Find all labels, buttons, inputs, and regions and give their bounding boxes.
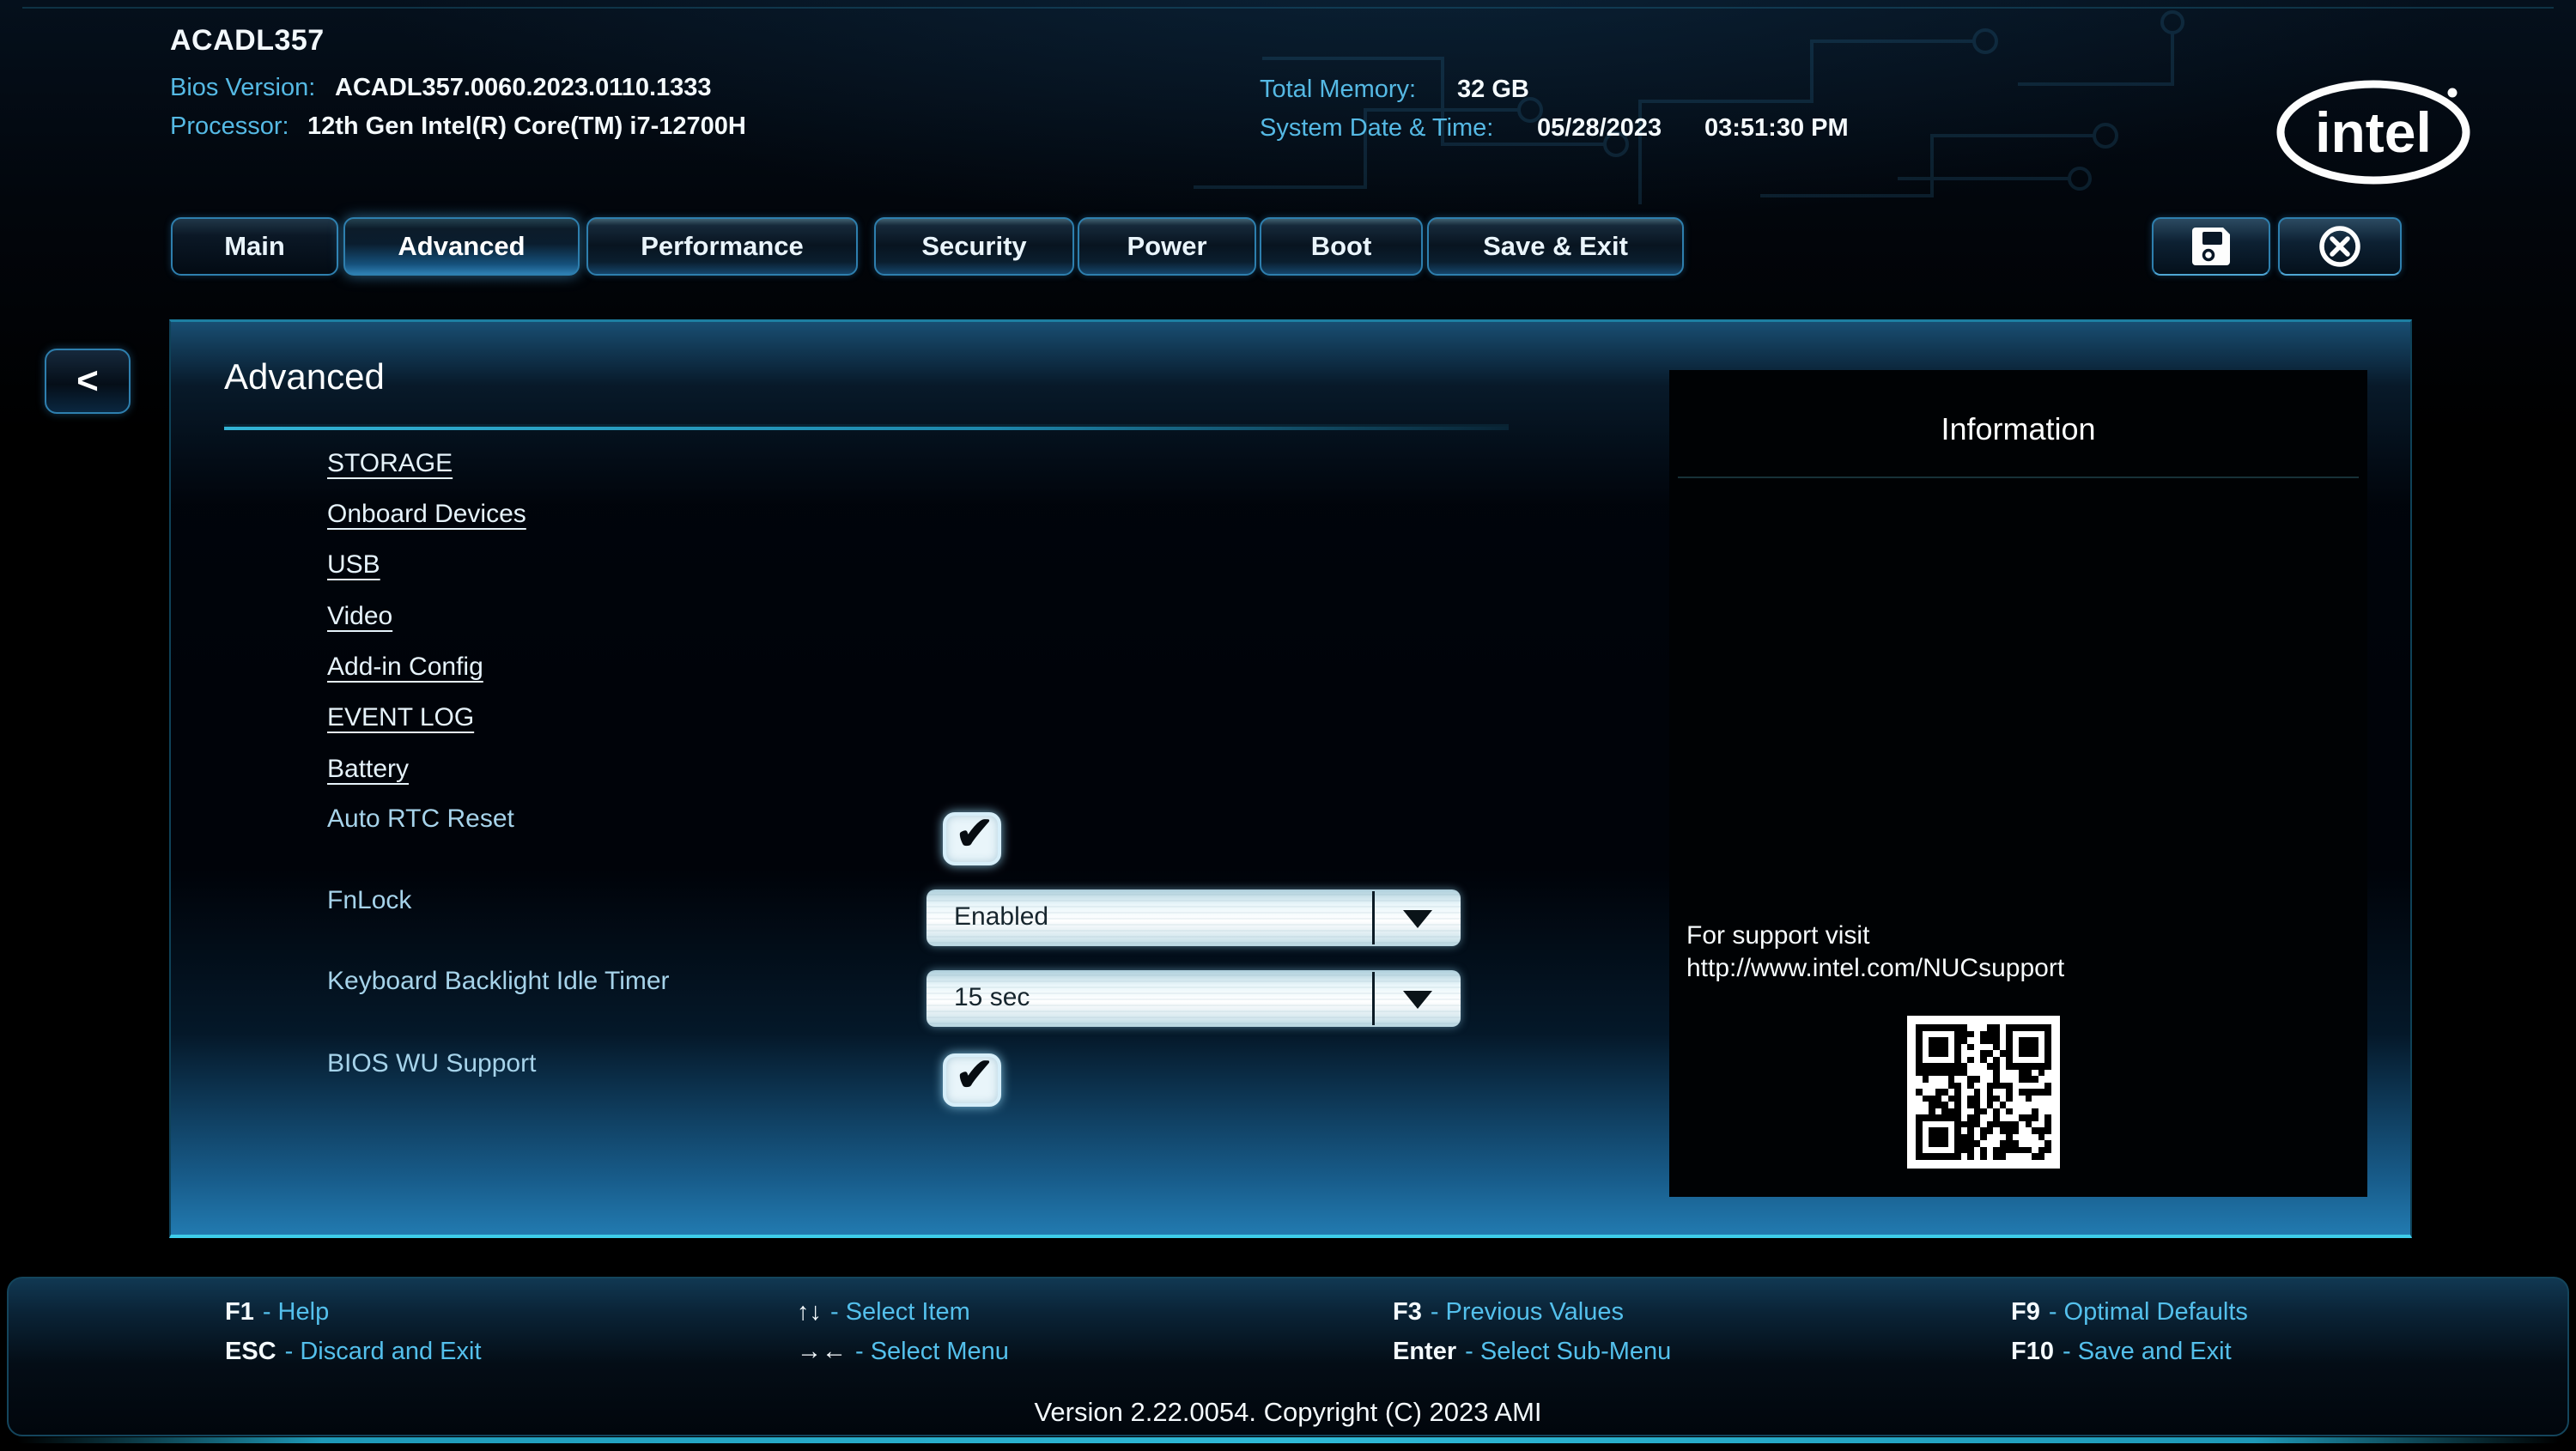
fnlock-dropdown[interactable]: Enabled — [927, 889, 1461, 946]
tab-security[interactable]: Security — [874, 217, 1074, 276]
help-item-arrows-leftright: →← - Select Menu — [797, 1338, 1009, 1365]
information-separator — [1678, 477, 2359, 478]
setting-label-keyboard-backlight-idle-timer: Keyboard Backlight Idle Timer — [327, 967, 670, 995]
tab-main[interactable]: Main — [171, 217, 338, 276]
floppy-disk-icon — [2192, 228, 2230, 265]
chevron-down-icon — [1403, 991, 1432, 1009]
help-item-f10: F10- Save and Exit — [2011, 1338, 2232, 1365]
setting-label-bios-wu-support: BIOS WU Support — [327, 1049, 537, 1078]
bios-wu-support-checkbox[interactable]: ✔ — [943, 1049, 1001, 1107]
processor-value: 12th Gen Intel(R) Core(TM) i7-12700H — [307, 112, 746, 140]
back-button[interactable]: < — [45, 349, 131, 414]
circuit-traces-decoration — [1194, 10, 2184, 204]
keyboard-backlight-idle-timer-dropdown[interactable]: 15 sec — [927, 970, 1461, 1027]
datetime-label: System Date & Time: — [1260, 114, 1494, 142]
advanced-panel: Advanced STORAGE Onboard Devices USB Vid… — [169, 319, 2412, 1238]
link-video[interactable]: Video — [327, 602, 392, 631]
link-battery[interactable]: Battery — [327, 755, 409, 784]
tab-power[interactable]: Power — [1078, 217, 1256, 276]
link-add-in-config[interactable]: Add-in Config — [327, 653, 483, 682]
tab-boot[interactable]: Boot — [1260, 217, 1423, 276]
help-item-f9: F9- Optimal Defaults — [2011, 1298, 2248, 1326]
version-text: Version 2.22.0054. Copyright (C) 2023 AM… — [1034, 1397, 1542, 1427]
bios-screen: ACADL357 Bios Version: ACADL357.0060.202… — [0, 0, 2576, 1451]
setting-label-fnlock: FnLock — [327, 886, 412, 914]
bottom-accent-strip — [17, 1437, 2559, 1443]
fnlock-value: Enabled — [954, 902, 1049, 931]
information-title: Information — [1941, 411, 2096, 446]
board-model: ACADL357 — [170, 24, 325, 57]
system-time-value: 03:51:30 PM — [1704, 114, 1849, 142]
link-usb[interactable]: USB — [327, 550, 380, 580]
tab-advanced[interactable]: Advanced — [343, 217, 580, 276]
link-storage[interactable]: STORAGE — [327, 449, 453, 478]
link-event-log[interactable]: EVENT LOG — [327, 703, 474, 732]
information-panel: Information For support visit http://www… — [1669, 370, 2367, 1197]
help-item-f1: F1- Help — [225, 1298, 330, 1326]
help-item-enter: Enter - Select Sub-Menu — [1393, 1338, 1672, 1365]
chevron-down-icon — [1403, 910, 1432, 928]
checkmark-icon: ✔ — [955, 1048, 994, 1101]
setting-label-auto-rtc-reset: Auto RTC Reset — [327, 804, 514, 833]
checkmark-icon: ✔ — [955, 807, 994, 859]
save-button[interactable] — [2152, 217, 2270, 276]
page-title: Advanced — [224, 356, 385, 397]
svg-text:intel: intel — [2315, 100, 2432, 164]
link-onboard-devices[interactable]: Onboard Devices — [327, 500, 526, 529]
title-rule — [224, 427, 1509, 430]
system-date-value: 05/28/2023 — [1537, 114, 1662, 142]
help-item-esc: ESC - Discard and Exit — [225, 1338, 482, 1365]
support-text: For support visit http://www.intel.com/N… — [1686, 921, 2065, 982]
total-memory-label: Total Memory: — [1260, 76, 1417, 103]
bios-version-label: Bios Version: — [170, 74, 316, 101]
qr-code — [1907, 1016, 2060, 1169]
intel-logo: intel — [2276, 80, 2470, 185]
help-item-arrows-updown: ↑↓ - Select Item — [797, 1298, 970, 1326]
keyboard-backlight-idle-timer-value: 15 sec — [954, 983, 1030, 1011]
total-memory-value: 32 GB — [1457, 76, 1529, 103]
help-item-f3: F3- Previous Values — [1393, 1298, 1624, 1326]
bios-version-value: ACADL357.0060.2023.0110.1333 — [335, 74, 712, 101]
circle-x-icon — [2319, 226, 2360, 267]
close-button[interactable] — [2278, 217, 2402, 276]
auto-rtc-reset-checkbox[interactable]: ✔ — [943, 808, 1001, 865]
tab-save-exit[interactable]: Save & Exit — [1427, 217, 1684, 276]
hotkey-help-bar: F1- Help ESC - Discard and Exit ↑↓ - Selec… — [7, 1277, 2569, 1436]
tab-performance[interactable]: Performance — [586, 217, 858, 276]
processor-label: Processor: — [170, 112, 289, 140]
